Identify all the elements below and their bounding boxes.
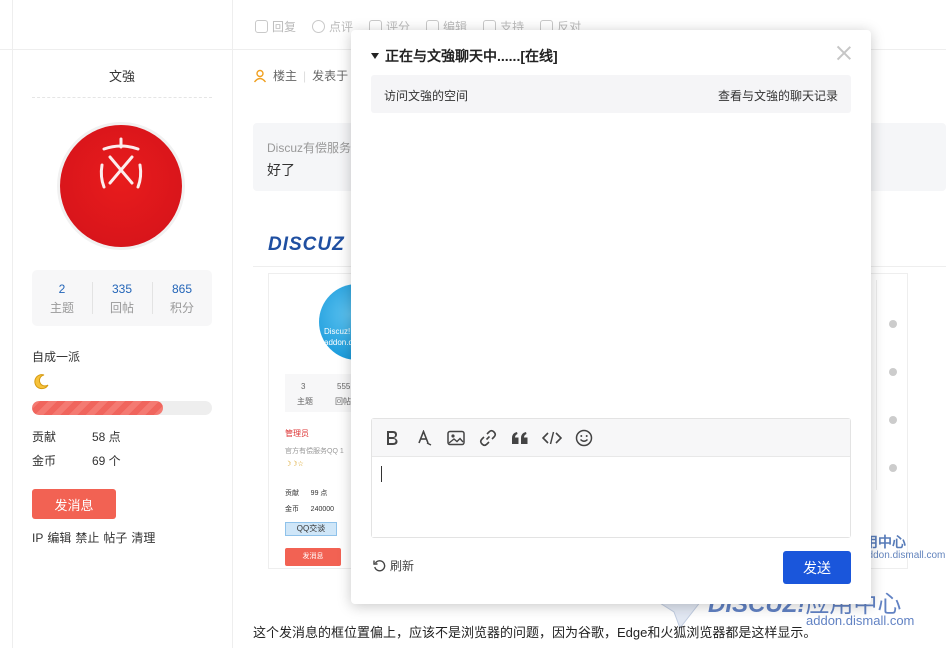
reply-action[interactable]: 回复	[255, 18, 296, 35]
bold-icon[interactable]	[382, 428, 402, 448]
chat-history-link[interactable]: 查看与文強的聊天记录	[718, 87, 838, 104]
mini-role: 管理员	[285, 429, 309, 438]
contribution-label: 贡献	[32, 430, 57, 444]
chat-icon	[888, 464, 897, 472]
coins-value: 69 个	[92, 454, 121, 468]
level-progress-bar	[32, 401, 212, 415]
mini-contrib-label: 贡献	[285, 490, 299, 497]
caret-down-icon	[371, 53, 379, 59]
text-cursor	[381, 466, 382, 482]
contribution-row: 贡献 58 点	[32, 428, 121, 445]
refresh-label: 刷新	[390, 559, 415, 573]
mini-coin-value: 240000	[310, 506, 335, 513]
user-stats: 2 主题 335 回帖 865 积分	[32, 270, 212, 326]
refresh-icon	[373, 560, 386, 572]
discuz-logo: DISCUZ	[268, 234, 345, 255]
admin-link-ban[interactable]: 禁止	[75, 531, 99, 545]
quote-text: 好了	[267, 162, 295, 178]
coins-row: 金币 69 个	[32, 452, 121, 469]
location-icon	[888, 320, 897, 328]
watermark-small-url: addon.dismall.com	[862, 550, 946, 561]
mini-coin: 金币 240000	[285, 504, 334, 514]
mini-coin-label: 金币	[285, 506, 299, 513]
watermark-url: addon.dismall.com	[806, 613, 915, 628]
mini-qq-button: QQ交谈	[285, 522, 337, 536]
moon-rank-icon	[32, 373, 50, 394]
chat-dialog: 正在与文強聊天中......[在线] 访问文強的空间 查看与文強的聊天记录 刷新…	[351, 30, 871, 604]
avatar[interactable]	[60, 125, 182, 247]
image-icon[interactable]	[446, 428, 466, 448]
stat-threads[interactable]: 2 主题	[32, 270, 92, 326]
message-editor	[371, 418, 851, 538]
send-message-button[interactable]: 发消息	[32, 489, 116, 519]
font-color-icon[interactable]	[414, 428, 434, 448]
mini-right-rail	[876, 280, 908, 490]
post-meta: 楼主 | 发表于	[253, 67, 348, 84]
bell-icon	[888, 416, 897, 424]
refresh-button[interactable]: 刷新	[373, 557, 414, 574]
admin-link-posts[interactable]: 帖子	[103, 531, 127, 545]
meta-separator: |	[303, 68, 307, 83]
link-icon[interactable]	[478, 428, 498, 448]
stat-replies[interactable]: 335 回帖	[92, 270, 152, 326]
coins-label: 金币	[32, 454, 57, 468]
stat-points-count: 865	[171, 282, 193, 296]
contribution-value: 58 点	[92, 430, 121, 444]
mini-stat2-label: 回帖	[335, 397, 351, 406]
admin-link-clean[interactable]: 清理	[131, 531, 155, 545]
edit-icon	[888, 368, 897, 376]
post-body-text: 这个发消息的框位置偏上，应该不是浏览器的问题，因为谷歌，Edge和火狐浏览器都是…	[253, 625, 817, 640]
user-group[interactable]: 自成一派	[32, 348, 80, 365]
mini-contrib-value: 99 点	[310, 490, 328, 497]
close-icon[interactable]	[835, 44, 853, 62]
stat-threads-label: 主题	[49, 301, 74, 315]
user-icon	[253, 69, 267, 82]
mini-stat1-num: 3	[301, 382, 306, 391]
mini-stat1-label: 主题	[297, 397, 313, 406]
posted-at: 发表于	[312, 69, 349, 83]
chat-message-area[interactable]	[371, 118, 851, 414]
reply-icon	[255, 20, 268, 33]
level-progress-fill	[32, 401, 164, 415]
mini-moons: ☽☽☆	[285, 461, 304, 468]
comment-action[interactable]: 点评	[312, 18, 353, 35]
quote-source: Discuz有偿服务	[267, 141, 352, 155]
emoji-icon[interactable]	[574, 428, 594, 448]
dialog-title-text: 正在与文強聊天中......[在线]	[385, 48, 558, 64]
quote-icon[interactable]	[510, 428, 530, 448]
dialog-title[interactable]: 正在与文強聊天中......[在线]	[371, 46, 558, 66]
seal-glyph-icon	[99, 137, 143, 189]
mini-stat2-num: 555	[337, 382, 351, 391]
dialog-links-bar: 访问文強的空间 查看与文強的聊天记录	[371, 75, 851, 113]
stat-replies-label: 回帖	[109, 301, 134, 315]
admin-link-ip[interactable]: IP	[32, 531, 43, 545]
editor-toolbar	[372, 419, 850, 457]
comment-icon	[312, 20, 326, 33]
visit-space-link[interactable]: 访问文強的空间	[384, 87, 468, 104]
op-badge: 楼主	[273, 69, 298, 83]
message-input[interactable]	[372, 458, 850, 537]
stat-points-label: 积分	[169, 301, 194, 315]
divider	[32, 97, 212, 98]
username[interactable]: 文強	[32, 66, 212, 85]
mini-desc: 官方有偿服务QQ 1	[285, 448, 344, 455]
code-icon[interactable]	[542, 428, 562, 448]
send-button[interactable]: 发送	[783, 551, 851, 584]
stat-replies-count: 335	[111, 282, 133, 296]
admin-links: IP 编辑 禁止 帖子 清理	[32, 529, 159, 546]
mini-contrib: 贡献 99 点	[285, 488, 327, 498]
stat-points[interactable]: 865 积分	[152, 270, 212, 326]
stat-threads-count: 2	[58, 282, 66, 296]
mini-send-button: 发消息	[285, 548, 341, 566]
admin-link-edit[interactable]: 编辑	[47, 531, 71, 545]
